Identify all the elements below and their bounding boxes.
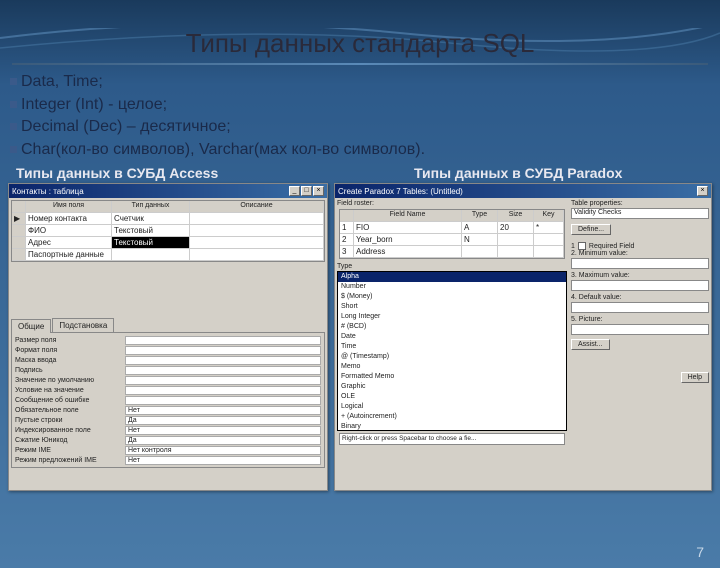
page-number: 7 [696,544,704,560]
tab-lookup[interactable]: Подстановка [52,318,114,332]
field-roster-label: Field roster: [337,200,567,207]
slide-title: Типы данных стандарта SQL [0,28,720,59]
subtitle-paradox: Типы данных в СУБД Paradox [332,165,704,181]
access-titlebar: Контакты : таблица _ □ × [9,184,327,198]
property-row[interactable]: Подпись [14,365,322,375]
type-option[interactable]: + (Autoincrement) [338,412,566,422]
define-button[interactable]: Define... [571,224,611,235]
bullet-1: Integer (Int) - целое; [21,96,167,113]
type-option[interactable]: Number [338,282,566,292]
table-props-select[interactable]: Validity Checks [571,208,709,219]
access-window-title: Контакты : таблица [12,187,84,196]
bullet-2: Decimal (Dec) – десятичное; [21,118,231,135]
property-row[interactable]: Маска ввода [14,355,322,365]
required-field-check[interactable]: 1Required Field [571,242,709,250]
help-button[interactable]: Help [681,372,709,383]
property-row[interactable]: Сжатие ЮникодДа [14,435,322,445]
property-row[interactable]: Обязательное полеНет [14,405,322,415]
type-option[interactable]: Binary [338,422,566,431]
property-row[interactable]: Условие на значение [14,385,322,395]
type-option[interactable]: $ (Money) [338,292,566,302]
type-label: Type [337,263,567,270]
paradox-window-title: Create Paradox 7 Tables: (Untitled) [338,187,463,196]
assist-button[interactable]: Assist... [571,339,610,350]
type-option[interactable]: Time [338,342,566,352]
type-option[interactable]: @ (Timestamp) [338,352,566,362]
access-properties: Размер поляФормат поляМаска вводаПодпись… [11,332,325,468]
property-row[interactable]: Режим IMEНет контроля [14,445,322,455]
type-dropdown-menu[interactable]: Текстовый Поле МЕМО Числовой Дата/время … [112,248,190,249]
type-dropdown[interactable]: Текстовый Текстовый Поле МЕМО Числовой Д… [112,237,190,249]
max-value-input[interactable] [571,280,709,291]
paradox-field-grid[interactable]: Field Name Type Size Key 1FIOA20* 2Year_… [339,209,565,259]
paradox-window: Create Paradox 7 Tables: (Untitled) × Fi… [334,183,712,491]
hint-box: Right-click or press Spacebar to choose … [339,433,565,445]
type-option[interactable]: OLE [338,392,566,402]
paradox-titlebar: Create Paradox 7 Tables: (Untitled) × [335,184,711,198]
picture-input[interactable] [571,324,709,335]
type-option[interactable]: Memo [338,362,566,372]
access-window: Контакты : таблица _ □ × Имя поля Тип да… [8,183,328,491]
table-props-label: Table properties: [571,200,709,207]
type-option[interactable]: Alpha [338,272,566,282]
close-button[interactable]: × [697,186,708,196]
access-tabs: Общие Подстановка [11,318,325,332]
minimize-button[interactable]: _ [289,186,300,196]
min-value-input[interactable] [571,258,709,269]
type-option[interactable]: Graphic [338,382,566,392]
subtitle-access: Типы данных в СУБД Access [16,165,332,181]
property-row[interactable]: Индексированное полеНет [14,425,322,435]
property-row[interactable]: Формат поля [14,345,322,355]
access-field-grid[interactable]: Имя поля Тип данных Описание ▶Номер конт… [11,200,325,262]
property-row[interactable]: Пустые строкиДа [14,415,322,425]
property-row[interactable]: Сообщение об ошибке [14,395,322,405]
type-option[interactable]: Date [338,332,566,342]
tab-general[interactable]: Общие [11,319,51,333]
bullet-3: Char(кол-во символов), Varchar(мах кол-в… [21,141,425,158]
type-option[interactable]: Long Integer [338,312,566,322]
type-option[interactable]: Short [338,302,566,312]
close-button[interactable]: × [313,186,324,196]
paradox-type-list[interactable]: AlphaNumber$ (Money)ShortLong Integer# (… [337,271,567,431]
type-option[interactable]: Formatted Memo [338,372,566,382]
default-value-input[interactable] [571,302,709,313]
type-option[interactable]: Logical [338,402,566,412]
type-option[interactable]: # (BCD) [338,322,566,332]
property-row[interactable]: Режим предложений IMEНет [14,455,322,465]
maximize-button[interactable]: □ [301,186,312,196]
property-row[interactable]: Значение по умолчанию [14,375,322,385]
property-row[interactable]: Размер поля [14,335,322,345]
